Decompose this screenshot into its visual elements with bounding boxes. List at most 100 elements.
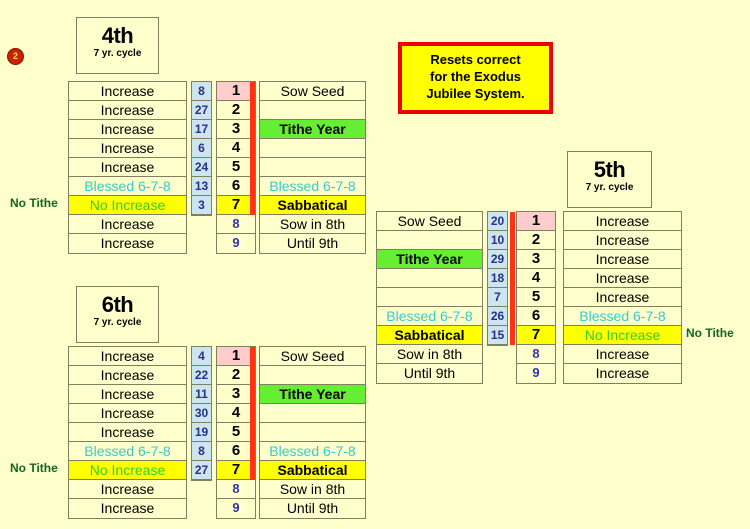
year-number: 8 <box>517 345 555 364</box>
table-row: Increase <box>564 288 681 307</box>
blue-number: 29 <box>488 250 507 269</box>
table-row: Increase <box>564 269 681 288</box>
table-row: Increase <box>564 345 681 364</box>
table-row: Increase <box>69 347 186 366</box>
year-number: 9 <box>532 365 540 380</box>
notice-line-1: Resets correct <box>430 52 521 67</box>
red-sabbatical-bar <box>250 82 255 215</box>
table-row: Increase <box>564 231 681 250</box>
table-row: Increase <box>69 120 186 139</box>
blue-number: 26 <box>488 307 507 326</box>
blue-number: 8 <box>192 82 211 101</box>
year-number: 3 <box>517 250 555 269</box>
blue-number: 15 <box>488 326 507 345</box>
year-number: 9 <box>232 500 240 515</box>
blue-number: 24 <box>192 158 211 177</box>
table-row <box>260 423 365 442</box>
table-row: Until 9th <box>286 235 339 251</box>
blue-number: 18 <box>488 269 507 288</box>
table-row <box>377 288 482 307</box>
table-row <box>260 366 365 385</box>
table-5th-blue-number-column: 20 10 29 18 7 26 15 <box>487 211 508 346</box>
blue-number: 30 <box>192 404 211 423</box>
year-number: 8 <box>217 215 255 234</box>
table-row: Sabbatical <box>260 461 365 480</box>
step-marker-2: 2 <box>7 48 24 65</box>
table-row: Blessed 6-7-8 <box>260 442 365 461</box>
blue-number: 27 <box>192 461 211 480</box>
table-4th-right-column: Sow Seed Tithe Year Blessed 6-7-8 Sabbat… <box>259 81 366 254</box>
table-row: Until 9th <box>286 500 339 516</box>
table-5th-right-column: Increase Increase Increase Increase Incr… <box>563 211 682 384</box>
table-row: Increase <box>564 212 681 231</box>
table-5th-year-column: 1 2 3 4 5 6 7 8 9 <box>516 211 556 384</box>
cycle-ordinal: 4th <box>101 23 134 48</box>
table-6th-left-column: Increase Increase Increase Increase Incr… <box>68 346 187 519</box>
table-row <box>260 158 365 177</box>
year-number: 7 <box>517 326 555 345</box>
table-row <box>377 231 482 250</box>
table-4th-blue-number-column: 8 27 17 6 24 13 3 <box>191 81 212 216</box>
table-row: Sabbatical <box>377 326 482 345</box>
table-row <box>260 139 365 158</box>
table-row: Sow Seed <box>260 82 365 101</box>
table-row: Blessed 6-7-8 <box>69 177 186 196</box>
table-row: Tithe Year <box>260 385 365 404</box>
table-row: No Increase <box>564 326 681 345</box>
blue-number: 27 <box>192 101 211 120</box>
cycle-title-6th: 6th 7 yr. cycle <box>76 286 159 343</box>
blue-number: 17 <box>192 120 211 139</box>
table-row: Increase <box>564 250 681 269</box>
table-row <box>260 404 365 423</box>
table-row: Increase <box>595 365 650 381</box>
year-number: 4 <box>517 269 555 288</box>
table-row: Increase <box>69 82 186 101</box>
table-row: Sabbatical <box>260 196 365 215</box>
no-tithe-label-5th: No Tithe <box>686 326 734 340</box>
table-row: Sow in 8th <box>260 480 365 499</box>
blue-number: 20 <box>488 212 507 231</box>
blue-number: 11 <box>192 385 211 404</box>
table-row <box>377 269 482 288</box>
blue-number: 8 <box>192 442 211 461</box>
table-row: Sow in 8th <box>377 345 482 364</box>
table-4th-left-column: Increase Increase Increase Increase Incr… <box>68 81 187 254</box>
year-number: 8 <box>217 480 255 499</box>
table-6th-blue-number-column: 4 22 11 30 19 8 27 <box>191 346 212 481</box>
table-5th-left-column: Sow Seed Tithe Year Blessed 6-7-8 Sabbat… <box>376 211 483 384</box>
cycle-subtitle: 7 yr. cycle <box>93 317 142 329</box>
year-number: 6 <box>517 307 555 326</box>
blue-number: 3 <box>192 196 211 215</box>
cycle-ordinal: 5th <box>593 157 626 182</box>
no-tithe-label-6th: No Tithe <box>10 461 58 475</box>
blue-number: 6 <box>192 139 211 158</box>
table-row: Increase <box>100 235 155 251</box>
table-row: Tithe Year <box>260 120 365 139</box>
table-row: No Increase <box>69 461 186 480</box>
cycle-title-4th: 4th 7 yr. cycle <box>76 17 159 74</box>
notice-line-3: Jubilee System. <box>426 86 525 101</box>
no-tithe-label-4th: No Tithe <box>10 196 58 210</box>
table-6th-right-column: Sow Seed Tithe Year Blessed 6-7-8 Sabbat… <box>259 346 366 519</box>
table-row: Blessed 6-7-8 <box>69 442 186 461</box>
table-row: Increase <box>69 480 186 499</box>
blue-number: 13 <box>192 177 211 196</box>
table-row: Increase <box>69 385 186 404</box>
table-row: Increase <box>69 158 186 177</box>
blue-number: 7 <box>488 288 507 307</box>
table-row: Increase <box>69 366 186 385</box>
blue-number: 22 <box>192 366 211 385</box>
table-row: Until 9th <box>403 365 456 381</box>
table-row: Increase <box>69 139 186 158</box>
table-row: Increase <box>69 404 186 423</box>
year-number: 1 <box>517 212 555 231</box>
notice-box: Resets correct for the Exodus Jubilee Sy… <box>398 42 553 114</box>
table-row: Blessed 6-7-8 <box>564 307 681 326</box>
table-row <box>260 101 365 120</box>
table-row: Blessed 6-7-8 <box>260 177 365 196</box>
table-row: No Increase <box>69 196 186 215</box>
year-number: 2 <box>517 231 555 250</box>
table-row: Sow Seed <box>377 212 482 231</box>
table-row: Increase <box>69 423 186 442</box>
table-row: Tithe Year <box>377 250 482 269</box>
